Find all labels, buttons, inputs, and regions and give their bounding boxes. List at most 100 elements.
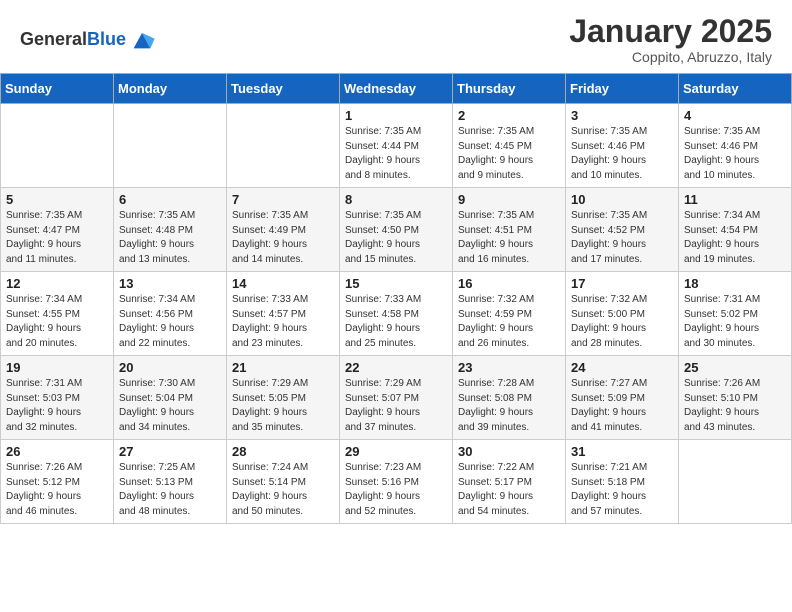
week-row-2: 5 Sunrise: 7:35 AM Sunset: 4:47 PM Daylig… xyxy=(1,188,792,272)
calendar-cell: 6 Sunrise: 7:35 AM Sunset: 4:48 PM Daylig… xyxy=(114,188,227,272)
day-info: Sunrise: 7:29 AM Sunset: 5:05 PM Dayligh… xyxy=(232,377,334,435)
week-row-5: 26Sunrise: 7:26 AM Sunset: 5:12 PM Dayli… xyxy=(1,440,792,524)
day-number: 10 xyxy=(571,192,673,207)
day-number: 12 xyxy=(6,276,108,291)
weekday-header-saturday: Saturday xyxy=(679,74,792,104)
calendar-cell: 26Sunrise: 7:26 AM Sunset: 5:12 PM Dayli… xyxy=(1,440,114,524)
day-number: 21 xyxy=(232,360,334,375)
day-info: Sunrise: 7:34 AM Sunset: 4:55 PM Dayligh… xyxy=(6,293,108,351)
day-info: Sunrise: 7:28 AM Sunset: 5:08 PM Dayligh… xyxy=(458,377,560,435)
calendar-cell: 16Sunrise: 7:32 AM Sunset: 4:59 PM Dayli… xyxy=(453,272,566,356)
calendar-cell: 21 Sunrise: 7:29 AM Sunset: 5:05 PM Dayli… xyxy=(227,356,340,440)
day-info: Sunrise: 7:21 AM Sunset: 5:18 PM Dayligh… xyxy=(571,461,673,519)
weekday-header-wednesday: Wednesday xyxy=(340,74,453,104)
calendar-cell xyxy=(679,440,792,524)
day-number: 22 xyxy=(345,360,447,375)
calendar-cell: 13 Sunrise: 7:34 AM Sunset: 4:56 PM Dayli… xyxy=(114,272,227,356)
day-info: Sunrise: 7:30 AM Sunset: 5:04 PM Dayligh… xyxy=(119,377,221,435)
calendar-cell: 19Sunrise: 7:31 AM Sunset: 5:03 PM Dayli… xyxy=(1,356,114,440)
calendar-cell: 17 Sunrise: 7:32 AM Sunset: 5:00 PM Dayli… xyxy=(566,272,679,356)
page: GeneralBlue January 2025 Coppito, Abruzz… xyxy=(0,0,792,612)
day-info: Sunrise: 7:26 AM Sunset: 5:12 PM Dayligh… xyxy=(6,461,108,519)
calendar-table: SundayMondayTuesdayWednesdayThursdayFrid… xyxy=(0,73,792,524)
day-info: Sunrise: 7:23 AM Sunset: 5:16 PM Dayligh… xyxy=(345,461,447,519)
calendar-cell: 4Sunrise: 7:35 AM Sunset: 4:46 PM Daylig… xyxy=(679,104,792,188)
day-info: Sunrise: 7:31 AM Sunset: 5:02 PM Dayligh… xyxy=(684,293,786,351)
header: GeneralBlue January 2025 Coppito, Abruzz… xyxy=(0,0,792,73)
day-number: 2 xyxy=(458,108,560,123)
day-info: Sunrise: 7:25 AM Sunset: 5:13 PM Dayligh… xyxy=(119,461,221,519)
day-number: 7 xyxy=(232,192,334,207)
location: Coppito, Abruzzo, Italy xyxy=(569,49,772,65)
calendar-cell: 15 Sunrise: 7:33 AM Sunset: 4:58 PM Dayli… xyxy=(340,272,453,356)
calendar-cell xyxy=(114,104,227,188)
calendar-cell: 5 Sunrise: 7:35 AM Sunset: 4:47 PM Daylig… xyxy=(1,188,114,272)
calendar-cell: 25 Sunrise: 7:26 AM Sunset: 5:10 PM Dayli… xyxy=(679,356,792,440)
day-number: 9 xyxy=(458,192,560,207)
day-info: Sunrise: 7:26 AM Sunset: 5:10 PM Dayligh… xyxy=(684,377,786,435)
day-info: Sunrise: 7:35 AM Sunset: 4:52 PM Dayligh… xyxy=(571,209,673,267)
calendar-cell: 23 Sunrise: 7:28 AM Sunset: 5:08 PM Dayli… xyxy=(453,356,566,440)
day-info: Sunrise: 7:33 AM Sunset: 4:57 PM Dayligh… xyxy=(232,293,334,351)
logo-blue-text: Blue xyxy=(87,29,126,49)
day-number: 13 xyxy=(119,276,221,291)
weekday-header-friday: Friday xyxy=(566,74,679,104)
day-number: 30 xyxy=(458,444,560,459)
day-number: 14 xyxy=(232,276,334,291)
day-number: 16 xyxy=(458,276,560,291)
weekday-header-sunday: Sunday xyxy=(1,74,114,104)
calendar-cell: 9 Sunrise: 7:35 AM Sunset: 4:51 PM Daylig… xyxy=(453,188,566,272)
logo-general-text: General xyxy=(20,29,87,49)
day-number: 31 xyxy=(571,444,673,459)
calendar-cell: 30Sunrise: 7:22 AM Sunset: 5:17 PM Dayli… xyxy=(453,440,566,524)
weekday-header-tuesday: Tuesday xyxy=(227,74,340,104)
day-info: Sunrise: 7:35 AM Sunset: 4:44 PM Dayligh… xyxy=(345,125,447,183)
calendar-cell: 3 Sunrise: 7:35 AM Sunset: 4:46 PM Daylig… xyxy=(566,104,679,188)
day-info: Sunrise: 7:35 AM Sunset: 4:51 PM Dayligh… xyxy=(458,209,560,267)
day-number: 18 xyxy=(684,276,786,291)
day-info: Sunrise: 7:35 AM Sunset: 4:49 PM Dayligh… xyxy=(232,209,334,267)
day-number: 20 xyxy=(119,360,221,375)
weekday-header-thursday: Thursday xyxy=(453,74,566,104)
calendar-cell: 18 Sunrise: 7:31 AM Sunset: 5:02 PM Dayli… xyxy=(679,272,792,356)
day-number: 15 xyxy=(345,276,447,291)
calendar-cell: 11Sunrise: 7:34 AM Sunset: 4:54 PM Dayli… xyxy=(679,188,792,272)
calendar-cell: 27Sunrise: 7:25 AM Sunset: 5:13 PM Dayli… xyxy=(114,440,227,524)
day-number: 6 xyxy=(119,192,221,207)
day-info: Sunrise: 7:35 AM Sunset: 4:47 PM Dayligh… xyxy=(6,209,108,267)
calendar-cell xyxy=(227,104,340,188)
day-number: 3 xyxy=(571,108,673,123)
day-number: 19 xyxy=(6,360,108,375)
day-number: 24 xyxy=(571,360,673,375)
day-info: Sunrise: 7:33 AM Sunset: 4:58 PM Dayligh… xyxy=(345,293,447,351)
week-row-1: 1Sunrise: 7:35 AM Sunset: 4:44 PM Daylig… xyxy=(1,104,792,188)
weekday-header-monday: Monday xyxy=(114,74,227,104)
weekday-header-row: SundayMondayTuesdayWednesdayThursdayFrid… xyxy=(1,74,792,104)
calendar-cell: 10 Sunrise: 7:35 AM Sunset: 4:52 PM Dayli… xyxy=(566,188,679,272)
calendar-cell: 8Sunrise: 7:35 AM Sunset: 4:50 PM Daylig… xyxy=(340,188,453,272)
day-number: 5 xyxy=(6,192,108,207)
calendar-cell: 29Sunrise: 7:23 AM Sunset: 5:16 PM Dayli… xyxy=(340,440,453,524)
day-info: Sunrise: 7:35 AM Sunset: 4:48 PM Dayligh… xyxy=(119,209,221,267)
day-number: 23 xyxy=(458,360,560,375)
day-info: Sunrise: 7:35 AM Sunset: 4:46 PM Dayligh… xyxy=(571,125,673,183)
day-number: 25 xyxy=(684,360,786,375)
day-number: 17 xyxy=(571,276,673,291)
day-info: Sunrise: 7:34 AM Sunset: 4:56 PM Dayligh… xyxy=(119,293,221,351)
day-info: Sunrise: 7:29 AM Sunset: 5:07 PM Dayligh… xyxy=(345,377,447,435)
day-info: Sunrise: 7:24 AM Sunset: 5:14 PM Dayligh… xyxy=(232,461,334,519)
day-number: 28 xyxy=(232,444,334,459)
week-row-3: 12 Sunrise: 7:34 AM Sunset: 4:55 PM Dayli… xyxy=(1,272,792,356)
calendar-cell: 1Sunrise: 7:35 AM Sunset: 4:44 PM Daylig… xyxy=(340,104,453,188)
month-title: January 2025 xyxy=(569,14,772,49)
day-info: Sunrise: 7:32 AM Sunset: 5:00 PM Dayligh… xyxy=(571,293,673,351)
calendar-cell: 7 Sunrise: 7:35 AM Sunset: 4:49 PM Daylig… xyxy=(227,188,340,272)
calendar-cell: 24Sunrise: 7:27 AM Sunset: 5:09 PM Dayli… xyxy=(566,356,679,440)
calendar-cell: 20 Sunrise: 7:30 AM Sunset: 5:04 PM Dayli… xyxy=(114,356,227,440)
calendar-cell xyxy=(1,104,114,188)
day-number: 8 xyxy=(345,192,447,207)
calendar-cell: 28 Sunrise: 7:24 AM Sunset: 5:14 PM Dayli… xyxy=(227,440,340,524)
day-number: 11 xyxy=(684,192,786,207)
day-info: Sunrise: 7:35 AM Sunset: 4:46 PM Dayligh… xyxy=(684,125,786,183)
logo-icon xyxy=(128,26,156,54)
